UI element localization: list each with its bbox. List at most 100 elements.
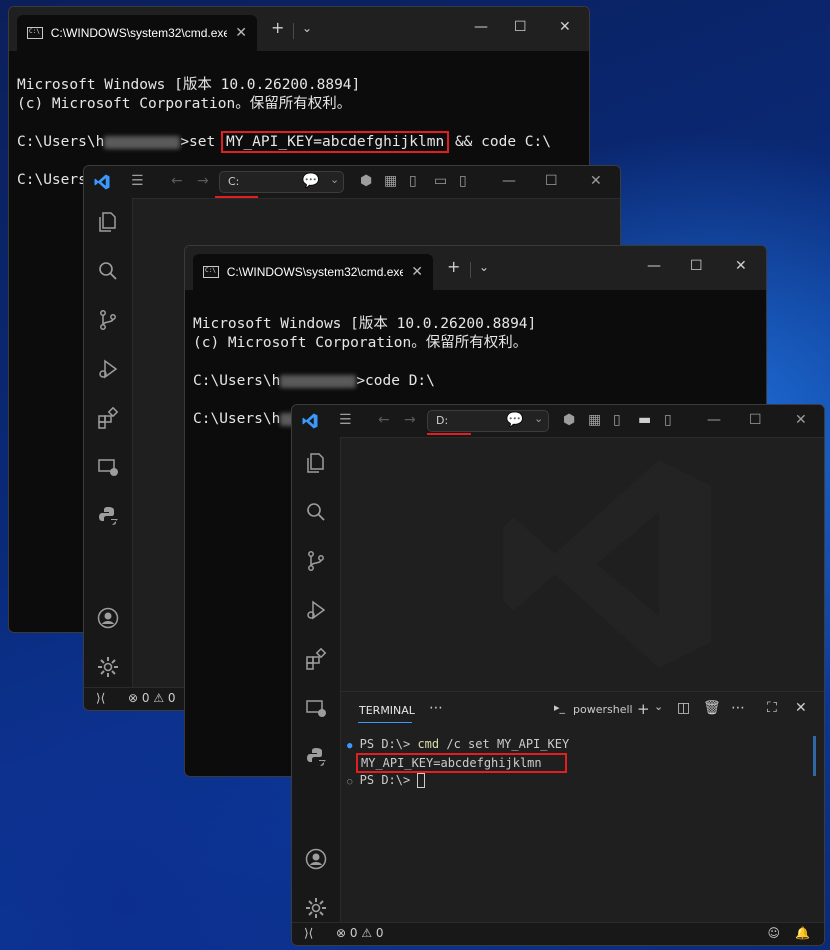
- vscode-titlebar: ☰ ← → D: 💬 ⌄ ⬢ ▦ ▯ ▬ ▯ — ☐ ✕: [292, 405, 824, 438]
- add-terminal-icon[interactable]: +: [637, 700, 650, 718]
- python-icon[interactable]: [96, 504, 120, 528]
- run-debug-icon[interactable]: [304, 598, 328, 622]
- console-line: Microsoft Windows [版本 10.0.26200.8894]: [17, 77, 361, 93]
- account-icon[interactable]: [96, 606, 120, 630]
- new-tab-button[interactable]: +: [271, 19, 284, 37]
- terminal-output[interactable]: ● PS D:\> cmd /c set MY_API_KEY MY_API_K…: [347, 736, 810, 791]
- maximize-icon[interactable]: ☐: [690, 258, 703, 274]
- chevron-down-icon[interactable]: ⌄: [534, 412, 543, 425]
- explorer-icon[interactable]: [96, 210, 120, 234]
- forward-icon[interactable]: →: [197, 173, 209, 189]
- vscode-watermark-icon: [502, 459, 712, 669]
- extensions-icon[interactable]: [304, 647, 328, 671]
- tab-terminal[interactable]: TERMINAL: [359, 704, 415, 717]
- toggle-panel-icon[interactable]: ▬: [638, 412, 651, 428]
- terminal-line: MY_API_KEY=abcdefghijklmn: [347, 753, 810, 773]
- cursor: [417, 773, 426, 788]
- divider: [470, 262, 471, 278]
- chevron-down-icon[interactable]: ⌄: [479, 258, 489, 276]
- source-control-icon[interactable]: [96, 308, 120, 332]
- cmd-tabbar: C:\WINDOWS\system32\cmd.exe ✕ + ⌄ — ☐ ✕: [185, 246, 766, 290]
- accounts-icon[interactable]: ⬢: [360, 173, 372, 189]
- cmd-icon: [203, 266, 219, 278]
- maximize-panel-icon[interactable]: ⛶: [767, 700, 777, 716]
- minimize-icon[interactable]: —: [502, 173, 516, 189]
- gear-icon[interactable]: [304, 896, 328, 920]
- forward-icon[interactable]: →: [404, 412, 416, 428]
- maximize-icon[interactable]: ☐: [514, 19, 527, 35]
- bell-icon[interactable]: 🔔: [795, 926, 810, 940]
- back-icon[interactable]: ←: [378, 412, 390, 428]
- minimize-icon[interactable]: —: [474, 19, 488, 35]
- layout-icon[interactable]: ▦: [588, 412, 601, 428]
- extensions-icon[interactable]: [96, 406, 120, 430]
- close-icon[interactable]: ✕: [795, 412, 807, 428]
- new-tab-button[interactable]: +: [447, 258, 460, 276]
- command-name: cmd: [417, 737, 440, 751]
- back-icon[interactable]: ←: [171, 173, 183, 189]
- close-icon[interactable]: ✕: [590, 173, 602, 189]
- vscode-titlebar: ☰ ← → C: 💬 ⌄ ⬢ ▦ ▯ ▭ ▯ — ☐ ✕: [84, 166, 620, 199]
- chevron-down-icon[interactable]: ⌄: [330, 173, 339, 186]
- close-icon[interactable]: ✕: [559, 19, 571, 35]
- divider: [293, 23, 294, 39]
- minimize-icon[interactable]: —: [647, 258, 661, 274]
- maximize-icon[interactable]: ☐: [749, 412, 762, 428]
- shell-label[interactable]: powershell: [573, 703, 633, 716]
- command-center-search[interactable]: C:: [219, 171, 344, 193]
- maximize-icon[interactable]: ☐: [545, 173, 558, 189]
- close-tab-icon[interactable]: ✕: [411, 264, 423, 280]
- error-count: 0: [349, 926, 358, 940]
- menu-icon[interactable]: ☰: [131, 173, 144, 189]
- close-icon[interactable]: ✕: [735, 258, 747, 274]
- remote-explorer-icon[interactable]: [304, 696, 328, 720]
- warning-count: 0: [167, 691, 176, 705]
- search-label: C:: [228, 175, 240, 188]
- close-panel-icon[interactable]: ✕: [795, 700, 807, 716]
- toggle-sidebar-icon[interactable]: ▯: [613, 412, 621, 428]
- chat-icon[interactable]: 💬: [506, 412, 523, 428]
- toggle-secondary-sidebar-icon[interactable]: ▯: [664, 412, 672, 428]
- command-center-search[interactable]: D:: [427, 410, 549, 432]
- remote-icon[interactable]: ⟩⟨: [304, 926, 313, 940]
- problems-status[interactable]: ⊗ 0 ⚠ 0: [128, 691, 176, 705]
- close-tab-icon[interactable]: ✕: [235, 25, 247, 41]
- chat-icon[interactable]: 💬: [302, 173, 319, 189]
- scrollbar[interactable]: [813, 736, 816, 776]
- explorer-icon[interactable]: [304, 451, 328, 475]
- chevron-down-icon[interactable]: ⌄: [654, 700, 663, 713]
- ps-prompt: PS D:\>: [359, 773, 418, 787]
- search-icon[interactable]: [304, 500, 328, 524]
- terminal-shell-icon: ▸_: [554, 701, 566, 714]
- remote-icon[interactable]: ⟩⟨: [96, 691, 105, 705]
- remote-explorer-icon[interactable]: [96, 455, 120, 479]
- toggle-secondary-sidebar-icon[interactable]: ▯: [459, 173, 467, 189]
- copilot-icon[interactable]: ☺: [767, 926, 780, 940]
- cmd-tab-title: C:\WINDOWS\system32\cmd.exe: [50, 26, 228, 40]
- more-icon[interactable]: ⋯: [731, 700, 745, 716]
- toggle-panel-icon[interactable]: ▭: [434, 173, 447, 189]
- activity-bar: [292, 437, 341, 923]
- layout-icon[interactable]: ▦: [384, 173, 397, 189]
- trash-icon[interactable]: 🗑: [703, 700, 721, 716]
- search-label: D:: [436, 414, 449, 427]
- python-icon[interactable]: [304, 745, 328, 769]
- problems-status[interactable]: ⊗ 0 ⚠ 0: [336, 926, 384, 940]
- account-icon[interactable]: [304, 847, 328, 871]
- cmd-tab[interactable]: C:\WINDOWS\system32\cmd.exe ✕: [17, 15, 257, 51]
- console-line: (c) Microsoft Corporation。保留所有权利。: [17, 96, 352, 112]
- gear-icon[interactable]: [96, 655, 120, 679]
- chevron-down-icon[interactable]: ⌄: [302, 19, 312, 37]
- source-control-icon[interactable]: [304, 549, 328, 573]
- accounts-icon[interactable]: ⬢: [563, 412, 575, 428]
- toggle-sidebar-icon[interactable]: ▯: [409, 173, 417, 189]
- run-debug-icon[interactable]: [96, 357, 120, 381]
- minimize-icon[interactable]: —: [707, 412, 721, 428]
- split-terminal-icon[interactable]: ◫: [677, 700, 690, 716]
- cmd-tab[interactable]: C:\WINDOWS\system32\cmd.exe ✕: [193, 254, 433, 290]
- red-underline: [215, 196, 258, 198]
- search-icon[interactable]: [96, 259, 120, 283]
- menu-icon[interactable]: ☰: [339, 412, 352, 428]
- red-underline: [427, 433, 471, 435]
- more-icon[interactable]: ⋯: [429, 700, 443, 716]
